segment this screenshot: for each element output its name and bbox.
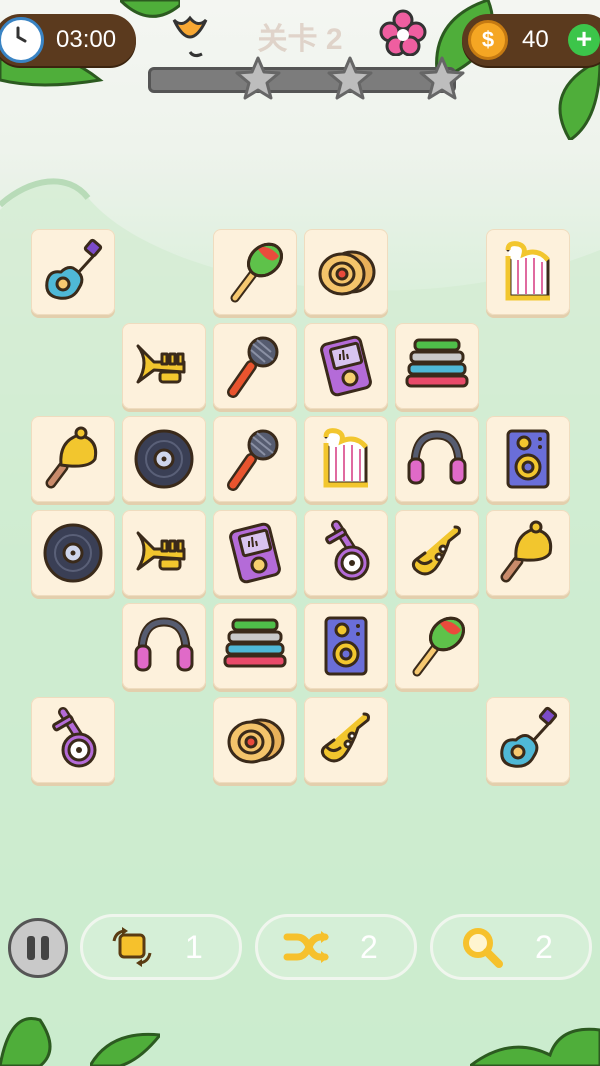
music-player-icon <box>229 522 281 584</box>
xylophone-icon <box>405 338 469 388</box>
headphones-icon <box>407 430 467 485</box>
leaf-decoration <box>558 60 600 140</box>
tile-maracas[interactable] <box>213 229 297 315</box>
star-icon <box>327 56 373 100</box>
trumpet-icon <box>136 531 186 571</box>
tile-trumpet[interactable] <box>122 323 206 409</box>
add-coins-button[interactable]: + <box>568 24 600 56</box>
tile-speaker[interactable] <box>304 603 388 689</box>
saxophone-icon <box>411 525 461 576</box>
tile-harp[interactable] <box>486 229 570 315</box>
maracas-icon <box>412 616 465 677</box>
tile-vinyl-record[interactable] <box>122 416 206 502</box>
shuffle-count: 2 <box>360 928 378 965</box>
cymbal-icon <box>227 718 285 764</box>
hint-button[interactable]: 2 <box>430 914 592 980</box>
speaker-icon <box>506 429 550 489</box>
undo-count: 1 <box>185 928 203 965</box>
tile-microphone[interactable] <box>213 323 297 409</box>
saxophone-icon <box>320 712 370 763</box>
microphone-icon <box>227 429 279 491</box>
tile-xylophone[interactable] <box>395 323 479 409</box>
maracas-icon <box>230 242 283 303</box>
pause-button[interactable] <box>8 918 68 978</box>
leaf-decoration <box>0 1017 52 1066</box>
handbell-icon <box>500 520 553 583</box>
clock-icon <box>0 17 44 63</box>
tile-music-player[interactable] <box>304 323 388 409</box>
tile-cymbal[interactable] <box>213 697 297 783</box>
handbell-icon <box>45 426 98 489</box>
tile-headphones[interactable] <box>395 416 479 502</box>
undo-button[interactable]: 1 <box>80 914 242 980</box>
harp-icon <box>505 241 550 301</box>
microphone-icon <box>227 336 279 398</box>
tile-xylophone[interactable] <box>213 603 297 689</box>
banjo-icon <box>52 707 97 768</box>
pause-icon <box>27 936 35 960</box>
shuffle-button[interactable]: 2 <box>255 914 417 980</box>
tile-trumpet[interactable] <box>122 510 206 596</box>
level-title: 关卡 2 <box>257 23 343 56</box>
trumpet-icon <box>136 344 186 384</box>
tile-vinyl-record[interactable] <box>31 510 115 596</box>
harp-icon <box>323 428 368 488</box>
undo-icon <box>107 922 157 972</box>
coin-count: 40 <box>522 26 549 53</box>
timer-display: 03:00 <box>0 14 136 66</box>
cymbal-icon <box>318 250 376 296</box>
flower-decoration <box>379 9 427 56</box>
banjo-icon <box>325 520 370 581</box>
ukulele-icon <box>500 706 558 768</box>
tile-microphone[interactable] <box>213 416 297 502</box>
tile-handbell[interactable] <box>31 416 115 502</box>
tile-cymbal[interactable] <box>304 229 388 315</box>
leaf-decoration <box>90 1032 160 1066</box>
star-icon <box>235 56 281 100</box>
shuffle-icon <box>282 922 332 972</box>
leaf-decoration <box>470 1027 600 1066</box>
tile-saxophone[interactable] <box>304 697 388 783</box>
ukulele-icon <box>45 238 103 300</box>
tile-banjo[interactable] <box>31 697 115 783</box>
tile-music-player[interactable] <box>213 510 297 596</box>
tile-banjo[interactable] <box>304 510 388 596</box>
coin-icon: $ <box>468 20 508 60</box>
tile-handbell[interactable] <box>486 510 570 596</box>
flower-decoration <box>172 15 208 58</box>
search-icon <box>457 922 507 972</box>
tile-ukulele[interactable] <box>486 697 570 783</box>
tile-saxophone[interactable] <box>395 510 479 596</box>
timer-text: 03:00 <box>56 26 117 53</box>
speaker-icon <box>324 616 368 676</box>
coin-counter: $ 40 + <box>462 14 600 66</box>
star-icon <box>419 56 465 100</box>
tile-maracas[interactable] <box>395 603 479 689</box>
xylophone-icon <box>223 618 287 668</box>
tile-speaker[interactable] <box>486 416 570 502</box>
music-player-icon <box>320 335 372 397</box>
hint-count: 2 <box>535 928 553 965</box>
star-progress-bar <box>148 67 456 93</box>
vinyl-record-icon <box>43 523 103 583</box>
vinyl-record-icon <box>134 429 194 489</box>
headphones-icon <box>134 617 194 672</box>
tile-ukulele[interactable] <box>31 229 115 315</box>
tile-headphones[interactable] <box>122 603 206 689</box>
tile-harp[interactable] <box>304 416 388 502</box>
